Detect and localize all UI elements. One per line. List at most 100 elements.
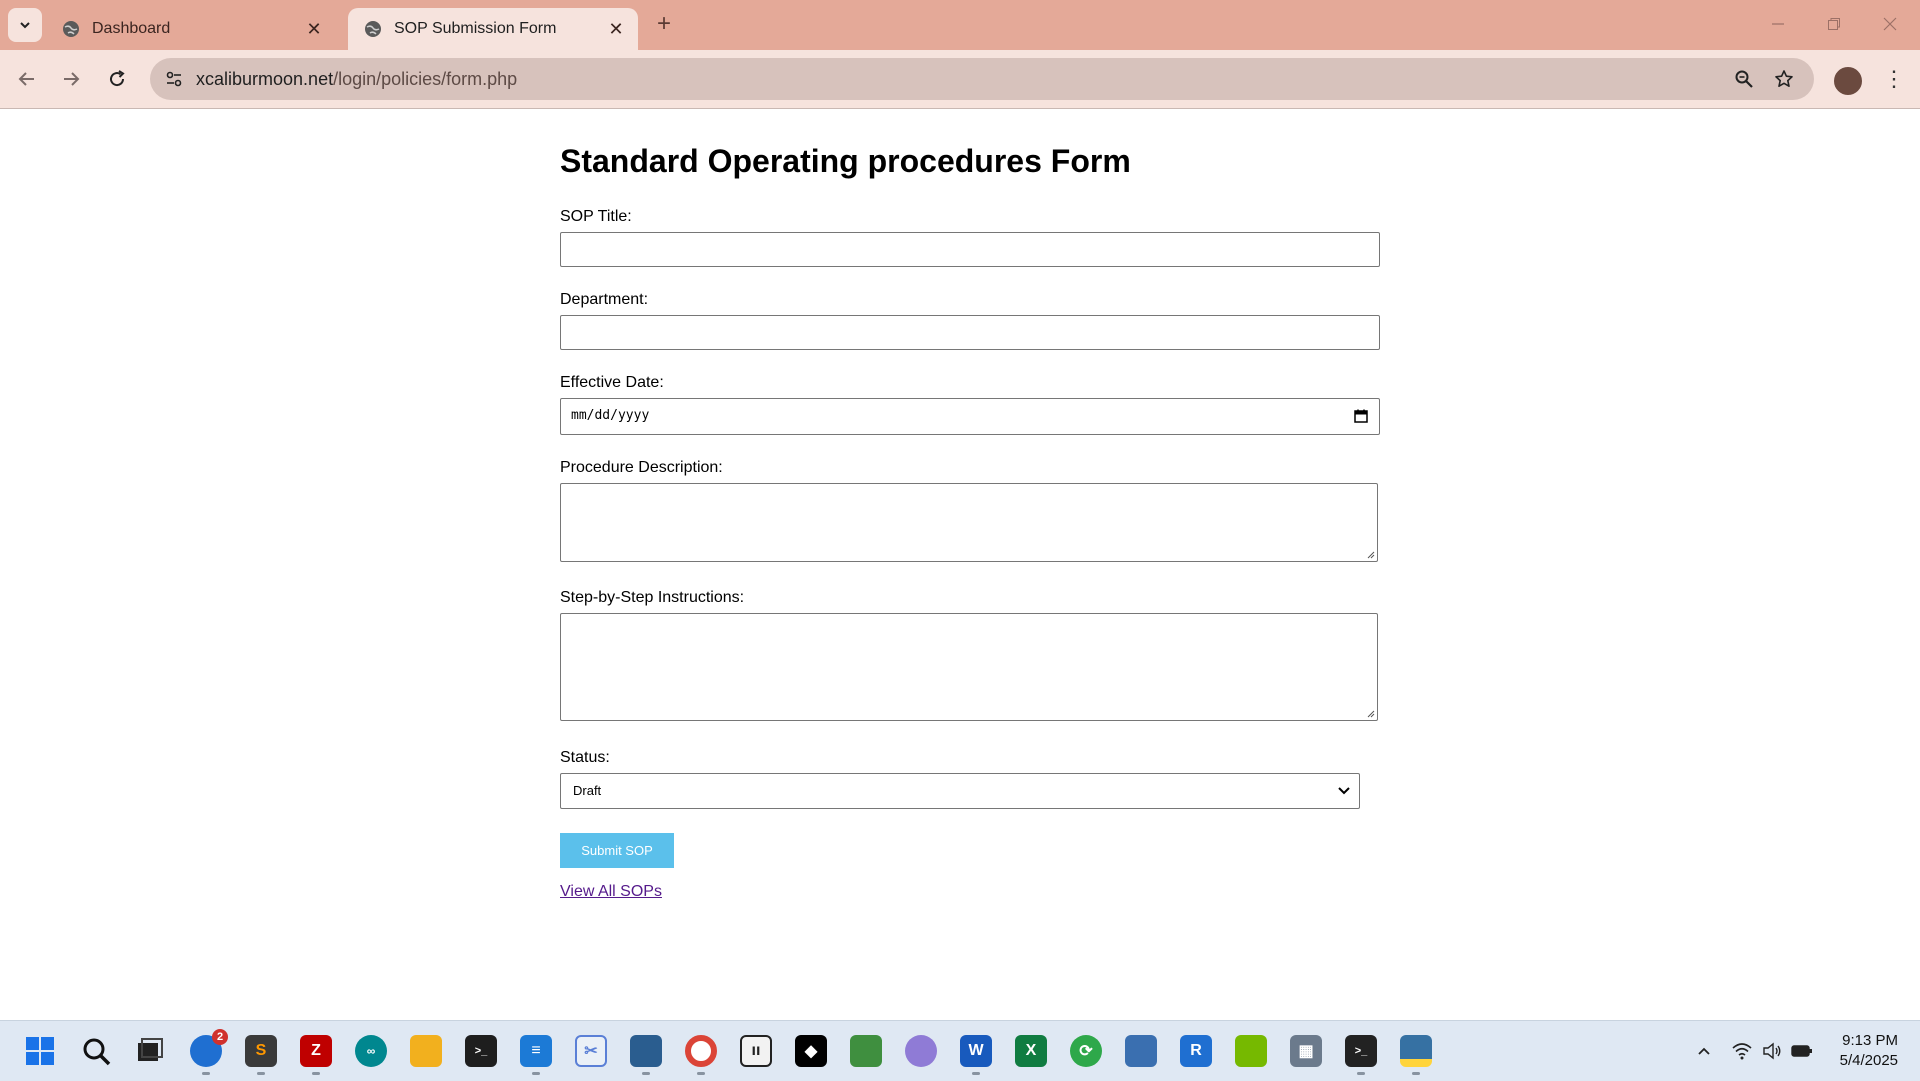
running-indicator xyxy=(312,1072,320,1075)
zoom-icon[interactable] xyxy=(1732,67,1756,91)
excel-icon[interactable]: X xyxy=(1015,1035,1047,1067)
notification-badge: 2 xyxy=(212,1029,228,1045)
running-indicator xyxy=(1357,1072,1365,1075)
sublime-text-icon[interactable]: S xyxy=(245,1035,277,1067)
running-indicator xyxy=(697,1072,705,1075)
snipping-tool-icon[interactable]: ✂ xyxy=(575,1035,607,1067)
calendar-icon[interactable] xyxy=(1353,408,1369,424)
twitch-icon[interactable]: ıı xyxy=(740,1035,772,1067)
minimize-icon xyxy=(1772,23,1784,25)
restore-icon xyxy=(1828,18,1840,30)
notepad-icon[interactable]: ≡ xyxy=(520,1035,552,1067)
url-text[interactable]: xcaliburmoon.net/login/policies/form.php xyxy=(196,69,517,90)
python-icon[interactable] xyxy=(1400,1035,1432,1067)
step-instructions-label: Step-by-Step Instructions: xyxy=(560,589,745,606)
tab-title: SOP Submission Form xyxy=(394,20,557,37)
url-host: xcaliburmoon.net xyxy=(196,69,334,89)
page-title: Standard Operating procedures Form xyxy=(560,143,1131,179)
close-window-button[interactable] xyxy=(1870,10,1910,38)
resize-handle-icon[interactable] xyxy=(1365,549,1375,559)
tab-search-button[interactable] xyxy=(8,8,42,42)
arrow-right-icon xyxy=(64,72,80,86)
step-instructions-textarea[interactable] xyxy=(560,613,1378,721)
procedure-description-label: Procedure Description: xyxy=(560,459,723,476)
network-icon[interactable] xyxy=(1125,1035,1157,1067)
status-select[interactable]: Draft xyxy=(560,773,1360,809)
address-bar[interactable]: xcaliburmoon.net/login/policies/form.php xyxy=(150,58,1814,100)
running-indicator xyxy=(1412,1072,1420,1075)
globe-icon xyxy=(63,21,79,37)
volume-icon[interactable] xyxy=(1760,1039,1784,1063)
nvidia-icon[interactable] xyxy=(1235,1035,1267,1067)
calculator-icon[interactable]: ▦ xyxy=(1290,1035,1322,1067)
clock-time: 9:13 PM xyxy=(1842,1032,1898,1049)
tab-sop-submission-form[interactable]: SOP Submission Form ✕ xyxy=(348,8,638,50)
effective-date-input[interactable]: mm/dd/yyyy xyxy=(560,398,1380,435)
site-info-icon[interactable] xyxy=(162,67,186,91)
word-icon[interactable]: W xyxy=(960,1035,992,1067)
status-label: Status: xyxy=(560,749,610,766)
start-icon[interactable] xyxy=(24,1035,56,1067)
department-input[interactable] xyxy=(560,315,1380,350)
submit-sop-button[interactable]: Submit SOP xyxy=(560,833,674,868)
chevron-up-icon[interactable] xyxy=(1692,1039,1716,1063)
resize-handle-icon[interactable] xyxy=(1365,708,1375,718)
restore-button[interactable] xyxy=(1814,10,1854,38)
windows-taskbar: 2 S Z ∞ >_ ≡ ✂ ıı ◆ W X ⟳ R ▦ >_ 9:13 PM… xyxy=(0,1020,1920,1081)
effective-date-label: Effective Date: xyxy=(560,374,664,391)
sop-title-input[interactable] xyxy=(560,232,1380,267)
arrow-left-icon xyxy=(18,72,34,86)
bookmark-star-icon[interactable] xyxy=(1772,67,1796,91)
running-indicator xyxy=(257,1072,265,1075)
chrome-icon[interactable] xyxy=(685,1035,717,1067)
profile-avatar[interactable] xyxy=(1832,65,1864,97)
tab-dashboard[interactable]: Dashboard ✕ xyxy=(46,8,336,50)
browser-toolbar: xcaliburmoon.net/login/policies/form.php… xyxy=(0,50,1920,109)
rstudio-icon[interactable]: R xyxy=(1180,1035,1212,1067)
tab-title: Dashboard xyxy=(92,20,171,37)
battery-icon[interactable] xyxy=(1790,1039,1814,1063)
forward-button[interactable] xyxy=(56,64,86,94)
view-all-sops-link[interactable]: View All SOPs xyxy=(560,883,662,901)
more-menu-icon[interactable]: ⋮ xyxy=(1880,65,1908,93)
powershell-icon[interactable]: >_ xyxy=(1345,1035,1377,1067)
new-tab-button[interactable]: + xyxy=(650,10,678,38)
close-icon xyxy=(1883,17,1897,31)
mysql-workbench-icon[interactable] xyxy=(630,1035,662,1067)
running-indicator xyxy=(202,1072,210,1075)
task-view-icon[interactable] xyxy=(134,1035,166,1067)
arduino-icon[interactable]: ∞ xyxy=(355,1035,387,1067)
search-icon[interactable] xyxy=(80,1035,112,1067)
back-button[interactable] xyxy=(12,64,42,94)
terminal-icon[interactable]: >_ xyxy=(465,1035,497,1067)
clock-date: 5/4/2025 xyxy=(1839,1052,1898,1069)
edge-sync-icon[interactable]: ⟳ xyxy=(1070,1035,1102,1067)
filezilla-icon[interactable]: Z xyxy=(300,1035,332,1067)
close-icon[interactable]: ✕ xyxy=(304,19,324,39)
inkscape-icon[interactable] xyxy=(850,1035,882,1067)
system-clock[interactable]: 9:13 PM 5/4/2025 xyxy=(1840,1031,1898,1071)
file-explorer-icon[interactable] xyxy=(410,1035,442,1067)
running-indicator xyxy=(532,1072,540,1075)
url-path: /login/policies/form.php xyxy=(333,69,518,89)
reload-icon xyxy=(110,70,125,87)
department-label: Department: xyxy=(560,291,649,308)
globe-icon xyxy=(365,21,381,37)
wifi-icon[interactable] xyxy=(1730,1039,1754,1063)
procedure-description-textarea[interactable] xyxy=(560,483,1378,562)
chevron-down-icon xyxy=(20,22,30,29)
date-placeholder: mm/dd/yyyy xyxy=(571,408,650,423)
minimize-button[interactable] xyxy=(1758,10,1798,38)
status-selected-value: Draft xyxy=(573,783,602,798)
chevron-down-icon xyxy=(1338,787,1350,795)
capcut-icon[interactable]: ◆ xyxy=(795,1035,827,1067)
copilot-icon[interactable] xyxy=(905,1035,937,1067)
browser-tabstrip: Dashboard ✕ SOP Submission Form ✕ + xyxy=(0,0,1920,50)
sop-title-label: SOP Title: xyxy=(560,208,632,225)
page-content: Standard Operating procedures Form SOP T… xyxy=(0,109,1920,1020)
close-icon[interactable]: ✕ xyxy=(606,19,626,39)
running-indicator xyxy=(642,1072,650,1075)
thunderbird-icon[interactable]: 2 xyxy=(190,1029,228,1067)
running-indicator xyxy=(972,1072,980,1075)
reload-button[interactable] xyxy=(102,64,132,94)
